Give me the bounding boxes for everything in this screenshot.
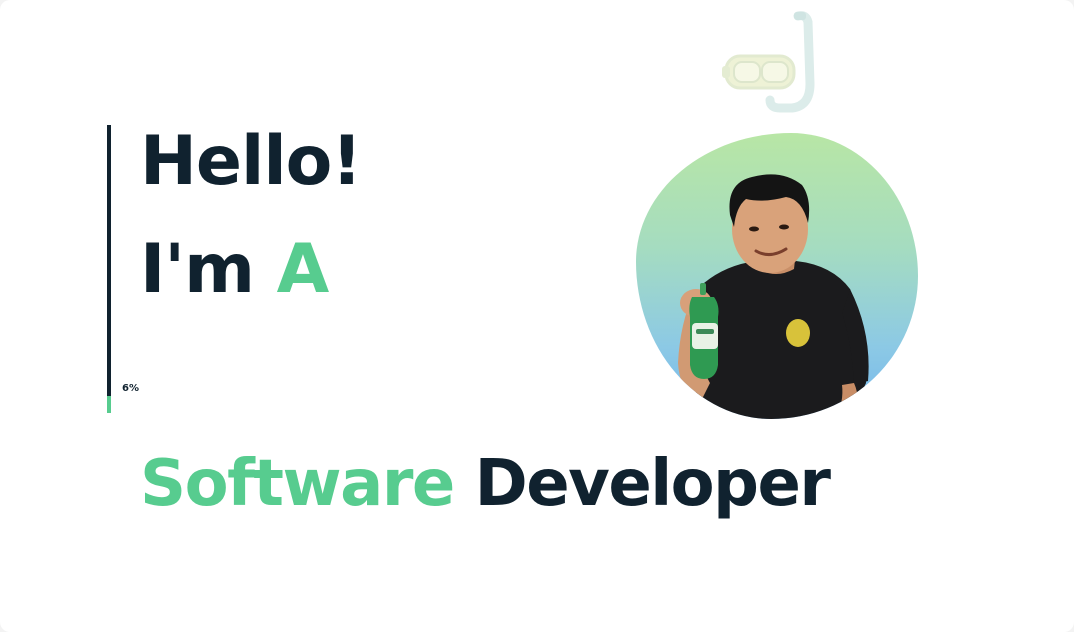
person-illustration — [678, 174, 869, 419]
hero-section: 6% Hello! I'm A Software Developer — [0, 0, 1074, 632]
snorkel-mask-icon — [722, 11, 815, 113]
scroll-progress-label: 6% — [122, 383, 139, 394]
scroll-progress-fill — [107, 395, 111, 413]
profile-portrait — [636, 133, 918, 419]
role-heading: Software Developer — [140, 452, 831, 516]
intro-accent: A — [276, 230, 330, 309]
greeting-heading: Hello! — [140, 122, 362, 201]
intro-prefix: I'm — [140, 230, 255, 309]
role-accent: Software — [140, 447, 455, 521]
role-rest: Developer — [474, 447, 831, 521]
scroll-progress-bar — [107, 125, 111, 413]
intro-heading: I'm A — [140, 236, 329, 304]
